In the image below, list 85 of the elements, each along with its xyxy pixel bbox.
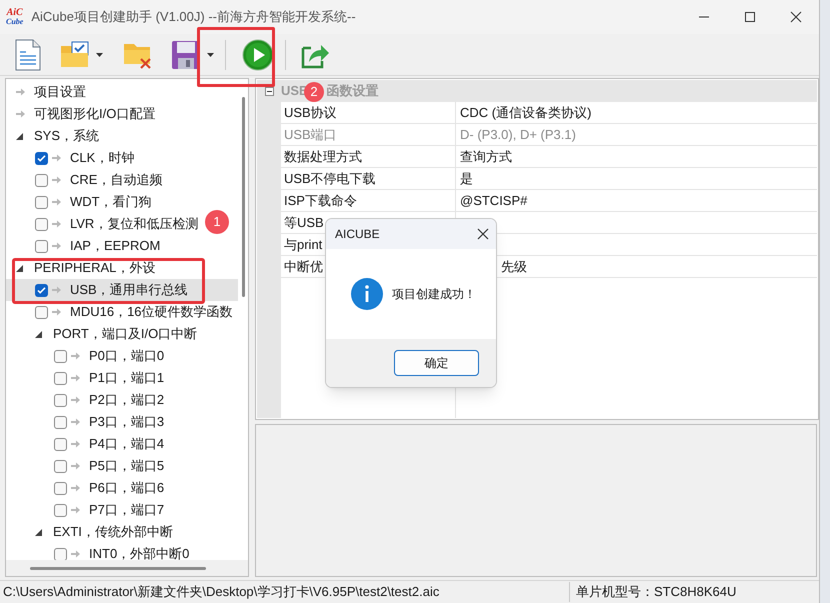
property-name[interactable]: 数据处理方式 xyxy=(281,146,456,167)
tree-item-label[interactable]: USB，通用串行总线 xyxy=(70,280,188,300)
checkbox[interactable] xyxy=(35,284,48,296)
checkbox[interactable] xyxy=(35,240,48,252)
checkbox[interactable] xyxy=(35,152,48,164)
app-logo: AiC Cube xyxy=(6,8,24,26)
checkbox[interactable] xyxy=(54,416,67,428)
dialog-title: AICUBE xyxy=(335,226,380,243)
arrow-icon xyxy=(71,506,80,514)
tree-item-label[interactable]: P5口，端口5 xyxy=(89,456,164,476)
horizontal-scrollbar[interactable] xyxy=(6,560,248,576)
ok-button[interactable]: 确定 xyxy=(394,350,479,376)
property-value[interactable]: 查询方式 xyxy=(456,146,817,167)
tree-item-label[interactable]: MDU16，16位硬件数学函数 xyxy=(70,302,233,322)
tree-item-label[interactable]: LVR，复位和低压检测 xyxy=(70,214,198,234)
tree-item-label[interactable]: P2口，端口2 xyxy=(89,390,164,410)
arrow-icon xyxy=(71,550,80,558)
caret-icon[interactable] xyxy=(207,52,214,56)
arrow-icon xyxy=(16,110,25,118)
property-name[interactable]: USB不停电下载 xyxy=(281,168,456,189)
tree-group-label[interactable]: PERIPHERAL，外设 xyxy=(34,258,156,278)
tree-item-label[interactable]: CLK，时钟 xyxy=(70,148,134,168)
property-name[interactable]: ISP下载命令 xyxy=(281,190,456,211)
checkbox[interactable] xyxy=(54,372,67,384)
checkbox[interactable] xyxy=(35,174,48,186)
tree-group-label[interactable]: SYS，系统 xyxy=(34,126,100,146)
arrow-icon xyxy=(71,484,80,492)
tree-item-label[interactable]: P6口，端口6 xyxy=(89,478,164,498)
folder-check-icon[interactable] xyxy=(60,40,90,68)
property-value[interactable]: CDC (通信设备类协议) xyxy=(456,102,817,123)
tree-item-label[interactable]: 可视图形化I/O口配置 xyxy=(34,104,156,124)
tree-item-label[interactable]: INT0，外部中断0 xyxy=(89,544,190,560)
selected-tree-row[interactable]: USB，通用串行总线 xyxy=(6,279,238,301)
checkbox[interactable] xyxy=(54,438,67,450)
arrow-icon xyxy=(71,396,80,404)
checkbox[interactable] xyxy=(54,350,67,362)
arrow-icon xyxy=(52,242,61,250)
expand-triangle-icon[interactable] xyxy=(35,528,42,536)
tree-item-label[interactable]: 项目设置 xyxy=(34,82,86,102)
arrow-icon xyxy=(16,88,25,96)
tree-item-label[interactable]: P3口，端口3 xyxy=(89,412,164,432)
info-icon xyxy=(351,278,383,310)
caret-icon[interactable] xyxy=(96,52,103,56)
arrow-icon xyxy=(71,418,80,426)
tree-item-label[interactable]: IAP，EEPROM xyxy=(70,236,160,256)
tree-item-label[interactable]: P4口，端口4 xyxy=(89,434,164,454)
checkbox[interactable] xyxy=(35,306,48,318)
category-header: 函数设置 xyxy=(326,82,378,100)
arrow-icon xyxy=(52,154,61,162)
play-icon[interactable] xyxy=(242,38,274,70)
tree-item-label[interactable]: P7口，端口7 xyxy=(89,500,164,520)
arrow-icon xyxy=(52,220,61,228)
arrow-icon xyxy=(71,352,80,360)
tree-item-label[interactable]: P1口，端口1 xyxy=(89,368,164,388)
arrow-icon xyxy=(52,176,61,184)
arrow-icon xyxy=(71,374,80,382)
tree-item-label[interactable]: P0口，端口0 xyxy=(89,346,164,366)
checkbox[interactable] xyxy=(54,548,67,560)
expand-triangle-icon[interactable] xyxy=(35,330,42,338)
tree-item-label[interactable]: WDT，看门狗 xyxy=(70,192,152,212)
arrow-icon xyxy=(71,462,80,470)
collapse-icon[interactable] xyxy=(264,86,274,96)
arrow-icon xyxy=(52,308,61,316)
checkbox[interactable] xyxy=(54,394,67,406)
close-icon[interactable] xyxy=(477,228,489,240)
arrow-icon xyxy=(52,286,61,294)
checkbox[interactable] xyxy=(35,218,48,230)
document-icon[interactable] xyxy=(14,38,42,70)
property-value[interactable]: @STCISP# xyxy=(456,190,817,211)
arrow-icon xyxy=(71,440,80,448)
checkbox[interactable] xyxy=(54,460,67,472)
dialog-message: 项目创建成功！ xyxy=(392,286,476,303)
file-path: C:\Users\Administrator\新建文件夹\Desktop\学习打卡\V6.95P\test2\test2.aic xyxy=(0,582,570,602)
arrow-icon xyxy=(52,198,61,206)
expand-triangle-icon[interactable] xyxy=(16,264,23,272)
window-title: AiCube项目创建助手 (V1.00J) --前海方舟智能开发系统-- xyxy=(31,8,356,26)
tree-group-label[interactable]: EXTI，传统外部中断 xyxy=(53,522,173,542)
checkbox[interactable] xyxy=(35,196,48,208)
tree-item-label[interactable]: CRE，自动追频 xyxy=(70,170,162,190)
checkbox[interactable] xyxy=(54,504,67,516)
checkbox[interactable] xyxy=(54,482,67,494)
property-value[interactable]: 是 xyxy=(456,168,817,189)
tree-group-label[interactable]: PORT，端口及I/O口中断 xyxy=(53,324,198,344)
chip-model: 单片机型号：STC8H8K64U xyxy=(575,583,736,602)
expand-triangle-icon[interactable] xyxy=(16,132,23,140)
